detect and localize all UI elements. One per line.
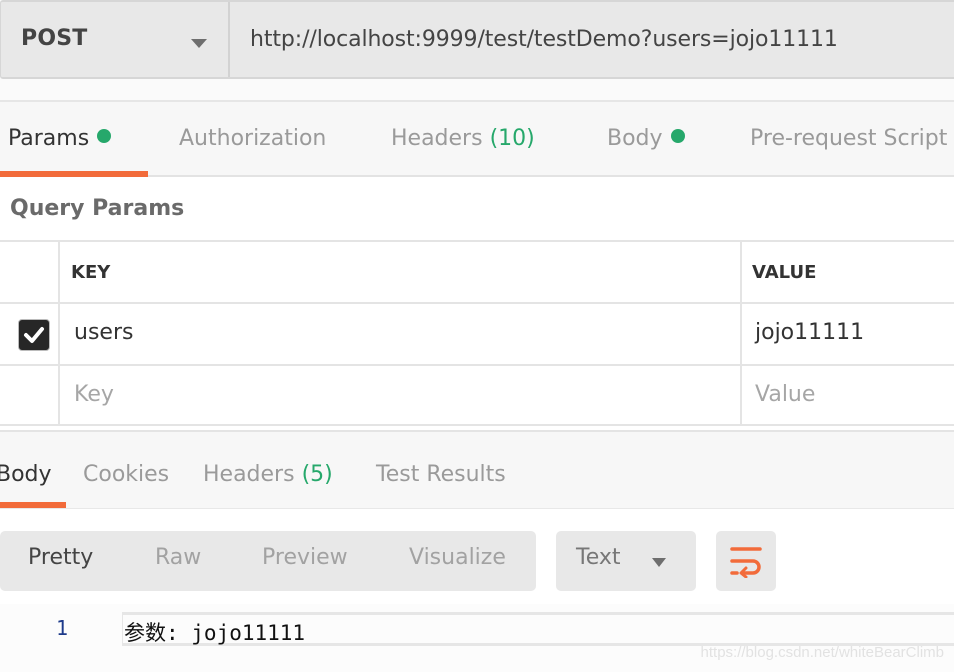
status-dot-icon <box>97 129 112 143</box>
tab-response-body[interactable]: Body <box>0 462 52 487</box>
tab-response-headers[interactable]: Headers (5) <box>203 462 333 487</box>
count-badge: (5) <box>301 462 333 487</box>
line-number: 1 <box>56 616 69 640</box>
query-params-panel: Query Params KEY VALUE users jojo11111 K… <box>0 177 954 430</box>
request-bar: POST http://localhost:9999/test/testDemo… <box>0 0 954 79</box>
code-text: 参数: jojo11111 <box>124 621 306 645</box>
tab-label: Headers <box>203 462 295 487</box>
view-visualize-button[interactable]: Visualize <box>409 545 506 570</box>
count-badge: (10) <box>489 126 535 151</box>
checkmark-icon <box>24 327 44 343</box>
format-label: Text <box>576 545 621 570</box>
tab-params[interactable]: Params <box>8 126 112 151</box>
response-tabs: Body Cookies Headers (5) Test Results <box>0 430 954 510</box>
method-select[interactable]: POST <box>1 2 230 77</box>
view-preview-button[interactable]: Preview <box>262 545 348 570</box>
wrap-lines-icon <box>730 547 762 578</box>
tab-label: Authorization <box>179 126 327 151</box>
table-row-empty: Key Value <box>0 364 954 426</box>
tab-label: Body <box>607 126 663 151</box>
tab-label: Test Results <box>376 462 506 487</box>
tab-test-results[interactable]: Test Results <box>376 462 506 487</box>
param-value-field[interactable]: jojo11111 <box>755 320 864 345</box>
active-tab-indicator <box>0 502 66 508</box>
tab-label: Pre-request Script <box>750 126 948 151</box>
body-toolbar: Pretty Raw Preview Visualize Text <box>0 509 954 604</box>
format-select[interactable]: Text <box>556 531 696 591</box>
wrap-lines-button[interactable] <box>716 531 776 591</box>
param-enabled-checkbox[interactable] <box>18 319 50 351</box>
watermark: https://blog.csdn.net/whiteBearClimb <box>700 644 944 661</box>
tab-body[interactable]: Body <box>607 126 685 151</box>
view-raw-button[interactable]: Raw <box>155 545 201 570</box>
response-body-editor[interactable]: 1 参数: jojo11111 https://blog.csdn.net/wh… <box>0 604 954 672</box>
tab-authorization[interactable]: Authorization <box>179 126 326 151</box>
table-row: users jojo11111 <box>0 302 954 364</box>
column-header-key: KEY <box>71 262 111 283</box>
tab-pre-request-script[interactable]: Pre-request Script <box>750 126 947 151</box>
view-pretty-button[interactable]: Pretty <box>28 545 93 570</box>
code-line: 参数: jojo11111 <box>122 612 954 646</box>
section-title: Query Params <box>10 196 185 221</box>
column-header-value: VALUE <box>752 262 817 283</box>
url-input[interactable]: http://localhost:9999/test/testDemo?user… <box>230 2 954 77</box>
new-key-input[interactable]: Key <box>74 382 114 407</box>
chevron-down-icon <box>652 558 666 567</box>
new-value-input[interactable]: Value <box>755 382 815 407</box>
tab-headers[interactable]: Headers (10) <box>391 126 535 151</box>
status-dot-icon <box>670 129 685 143</box>
chevron-down-icon <box>191 39 207 48</box>
table-header-row: KEY VALUE <box>0 240 954 302</box>
view-mode-selector: Pretty Raw Preview Visualize <box>0 531 536 591</box>
method-label: POST <box>21 26 88 51</box>
param-key-field[interactable]: users <box>74 320 133 345</box>
tab-cookies[interactable]: Cookies <box>83 462 169 487</box>
tab-label: Params <box>8 126 90 151</box>
tab-label: Headers <box>391 126 483 151</box>
request-tabs: Params Authorization Headers (10) Body P… <box>0 100 954 177</box>
url-text: http://localhost:9999/test/testDemo?user… <box>250 27 838 52</box>
tab-label: Body <box>0 462 52 487</box>
params-table: KEY VALUE users jojo11111 Key Value <box>0 240 954 426</box>
tab-label: Cookies <box>83 462 170 487</box>
